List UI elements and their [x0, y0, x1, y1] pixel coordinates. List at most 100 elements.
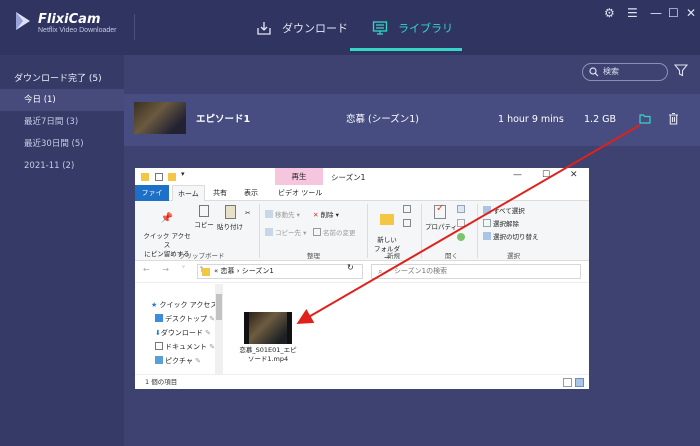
history-dot-icon: [457, 233, 465, 241]
ribbon-separator: [421, 204, 422, 258]
invert-selection-button[interactable]: 選択の切り替え: [483, 231, 539, 241]
app-brand: FlixiCam: [38, 12, 101, 27]
pictures-icon: [155, 356, 163, 364]
star-icon: ★: [151, 301, 158, 309]
document-icon: [155, 342, 163, 350]
new-folder-qa-icon[interactable]: [168, 173, 176, 181]
episode-season: 恋慕 (シーズン1): [346, 114, 420, 125]
nav-scrollbar-thumb[interactable]: [216, 294, 222, 320]
delete-button[interactable]: ✕ 削除 ▾: [313, 209, 339, 219]
search-box[interactable]: 検索: [582, 63, 668, 81]
explorer-title: シーズン1: [331, 173, 366, 182]
properties-button[interactable]: ✓ プロパティ: [425, 203, 458, 231]
group-clipboard-label: クリップボード: [179, 252, 225, 260]
ribbon-tab-video-tools[interactable]: ビデオ ツール: [273, 185, 327, 201]
rename-button[interactable]: 名前の変更: [313, 227, 356, 237]
explorer-minimize-icon[interactable]: —: [513, 170, 522, 180]
properties-label: プロパティ: [425, 223, 458, 231]
nav-downloads[interactable]: ⬇ダウンロード ✎: [155, 328, 211, 338]
nav-desktop[interactable]: デスクトップ ✎: [155, 314, 215, 324]
filter-icon[interactable]: [674, 63, 688, 77]
ribbon-tab-home[interactable]: ホーム: [172, 185, 205, 201]
nav-quick-access-label: クイック アクセス: [159, 301, 218, 309]
explorer-close-icon[interactable]: ✕: [570, 170, 578, 180]
nav-scrollbar[interactable]: [215, 284, 223, 374]
copy-icon: [199, 205, 209, 217]
library-row[interactable]: エピソード1 恋慕 (シーズン1) 1 hour 9 mins 1.2 GB: [124, 94, 700, 146]
menu-icon[interactable]: ☰: [627, 6, 638, 20]
large-icons-view-icon[interactable]: [575, 378, 584, 387]
copy-button[interactable]: コピー: [193, 205, 215, 229]
sidebar-item-today[interactable]: 今日 (1): [0, 89, 124, 111]
paste-clipboard-icon: [224, 205, 236, 219]
sidebar-item-last30days[interactable]: 最近30日間 (5): [0, 133, 124, 155]
status-bar: 1 個の項目: [135, 374, 589, 389]
details-view-icon[interactable]: [563, 378, 572, 387]
history-icon[interactable]: [457, 233, 467, 242]
nav-desktop-label: デスクトップ: [165, 315, 207, 323]
refresh-icon[interactable]: ↻: [347, 263, 354, 272]
file-item-mp4[interactable]: 恋慕_S01E01_エピソード1.mp4: [237, 312, 299, 364]
explorer-search-input[interactable]: ⌕ シーズン1の検索: [371, 264, 581, 279]
select-all-icon: [483, 206, 491, 214]
paste-button[interactable]: 貼り付け: [217, 205, 243, 231]
explorer-search-placeholder: シーズン1の検索: [394, 267, 448, 275]
select-none-button[interactable]: 選択解除: [483, 218, 519, 228]
rename-label: 名前の変更: [323, 229, 356, 237]
open-icon[interactable]: [457, 205, 467, 214]
settings-gear-icon[interactable]: ⚙: [604, 6, 615, 20]
copy-to-label: コピー先: [275, 229, 301, 237]
close-icon[interactable]: ✕: [686, 6, 696, 20]
open-box-icon: [457, 205, 465, 213]
cut-icon[interactable]: ✂: [245, 209, 250, 217]
episode-size: 1.2 GB: [584, 114, 617, 125]
group-organize-label: 整理: [307, 252, 320, 260]
nav-documents[interactable]: ドキュメント ✎: [155, 342, 215, 352]
search-icon: [589, 67, 599, 77]
desktop-icon: [155, 314, 163, 322]
nav-pictures-label: ピクチャ: [165, 357, 193, 365]
minimize-icon[interactable]: —: [650, 6, 662, 20]
folder-icon: [141, 173, 149, 181]
ribbon-tab-view[interactable]: 表示: [239, 185, 263, 201]
video-file-thumbnail: [244, 312, 292, 344]
select-all-label: すべて選択: [493, 207, 525, 215]
address-folder-icon: [202, 268, 210, 276]
new-item-icon[interactable]: [403, 205, 413, 214]
easy-access-icon[interactable]: [403, 219, 413, 228]
maximize-icon[interactable]: ☐: [668, 6, 679, 20]
app-header: FlixiCam Netflix Video Downloader ダウンロード…: [0, 0, 700, 55]
explorer-maximize-icon[interactable]: ☐: [542, 170, 550, 180]
properties-qa-icon[interactable]: [155, 173, 163, 181]
explorer-titlebar: ▾ 再生 シーズン1 — ☐ ✕: [135, 168, 589, 185]
nav-pictures[interactable]: ピクチャ ✎: [155, 356, 201, 366]
qa-dropdown-icon[interactable]: ▾: [181, 170, 185, 178]
item-count: 1 個の項目: [145, 378, 178, 386]
select-all-button[interactable]: すべて選択: [483, 205, 525, 215]
edit-icon[interactable]: [457, 219, 467, 228]
select-none-label: 選択解除: [493, 220, 519, 228]
address-bar-row: ← → ˅ ↑ « 恋慕 › シーズン1 ↻ ⌕ シーズン1の検索: [135, 261, 589, 283]
copy-to-icon: [265, 228, 273, 236]
library-monitor-icon: [372, 20, 388, 35]
delete-x-icon: ✕: [313, 211, 319, 219]
sidebar-item-2021-11[interactable]: 2021-11 (2): [0, 155, 124, 177]
copy-to-button[interactable]: コピー先 ▾: [265, 227, 306, 237]
ribbon-tab-file[interactable]: ファイル: [135, 185, 169, 213]
tab-play-context[interactable]: 再生: [275, 168, 323, 185]
app-subtitle: Netflix Video Downloader: [38, 27, 117, 34]
tab-download[interactable]: ダウンロード: [256, 0, 348, 55]
address-path: « 恋慕 › シーズン1: [214, 267, 274, 275]
delete-trash-icon[interactable]: [668, 112, 679, 125]
open-folder-icon[interactable]: [639, 113, 651, 124]
move-to-button[interactable]: 移動先 ▾: [265, 209, 300, 219]
ribbon-tabs: ファイル ホーム 共有 表示 ビデオ ツール: [135, 185, 589, 213]
invert-selection-icon: [483, 232, 491, 240]
sidebar-item-last7days[interactable]: 最近7日間 (3): [0, 111, 124, 133]
download-icon: [257, 21, 271, 35]
address-bar[interactable]: « 恋慕 › シーズン1: [197, 264, 363, 279]
tab-library[interactable]: ライブラリ: [372, 0, 453, 55]
delete-label: 削除: [320, 211, 334, 219]
nav-quick-access[interactable]: ★ クイック アクセス: [151, 300, 217, 310]
ribbon-tab-share[interactable]: 共有: [208, 185, 232, 201]
